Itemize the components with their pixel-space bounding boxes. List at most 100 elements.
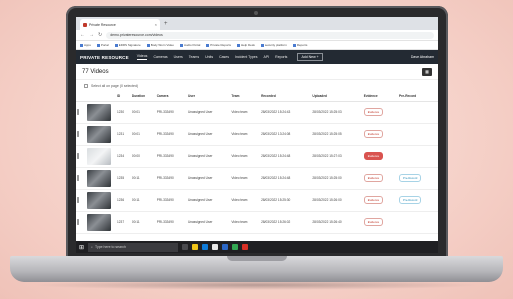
nav-item-teams[interactable]: Teams [189, 55, 199, 59]
header-checkbox-col [76, 91, 86, 102]
bookmark-item[interactable]: Audio Portal [179, 43, 201, 47]
cell-evidence: Evidence [362, 211, 399, 234]
row-checkbox[interactable] [77, 131, 79, 137]
edge-icon[interactable] [202, 244, 209, 250]
mail-icon[interactable] [222, 244, 229, 250]
select-all-checkbox[interactable] [84, 83, 88, 88]
video-thumbnail[interactable] [87, 191, 111, 209]
header-evidence[interactable]: Evidence [362, 91, 399, 102]
header-id[interactable]: ID [116, 91, 131, 102]
nav-item-api[interactable]: API [264, 55, 270, 59]
cell-user: Unassigned User [186, 145, 231, 168]
nav-item-reports[interactable]: Reports [275, 55, 287, 59]
cell-duration: 00:11 [130, 211, 156, 234]
bookmark-label: Reports [296, 43, 308, 47]
cell-prerecord [398, 211, 438, 234]
evidence-button[interactable]: Evidence [363, 196, 384, 204]
close-tab-icon[interactable]: × [155, 22, 157, 27]
nav-item-videos[interactable]: Videos [136, 54, 148, 60]
nav-item-cases[interactable]: Cases [219, 55, 229, 59]
table-row[interactable]: 1230 00:01 PRI-333490 Unassigned User Video … [76, 101, 438, 124]
evidence-button[interactable]: Evidence [363, 108, 384, 116]
header-prerecord[interactable]: Pre-Record [398, 91, 438, 102]
app-logo[interactable]: PRIVATE RESOURCE [80, 55, 129, 60]
cell-uploaded: 28/03/2022 15:25:00 [311, 167, 363, 190]
video-thumbnail[interactable] [87, 103, 111, 121]
bookmark-icon [80, 43, 83, 47]
bookmark-item[interactable]: EDRS Signature [114, 43, 141, 47]
bookmark-item[interactable]: Help Desk [236, 43, 255, 47]
nav-item-units[interactable]: Units [205, 55, 213, 59]
row-checkbox[interactable] [77, 219, 79, 225]
table-row[interactable]: 1236 00:11 PRI-333490 Unassigned User Video … [76, 189, 438, 212]
header-duration[interactable]: Duration [130, 91, 156, 102]
bookmark-icon [206, 43, 210, 47]
browser-tab[interactable]: Private Resource × [80, 19, 160, 30]
header-recorded[interactable]: Recorded [260, 91, 312, 102]
bookmark-item[interactable]: Apps [80, 43, 91, 47]
table-row[interactable]: 1234 00:00 PRI-333490 Unassigned User Video … [76, 145, 438, 168]
prerecord-badge[interactable]: Pre-Record [399, 196, 422, 204]
bookmark-item[interactable]: Private Reports [206, 43, 231, 47]
user-menu[interactable]: Dave Abraham [411, 55, 434, 59]
thumb-cell [86, 123, 116, 146]
back-icon[interactable]: ← [80, 32, 85, 38]
cell-camera: PRI-333490 [155, 145, 187, 168]
grid-view-icon[interactable]: ▦ [422, 67, 432, 76]
cell-duration: 00:11 [130, 167, 156, 190]
row-checkbox[interactable] [77, 153, 79, 159]
evidence-button[interactable]: Evidence [363, 218, 384, 226]
nav-item-users[interactable]: Users [174, 55, 183, 59]
laptop-base [10, 256, 503, 282]
app-icon[interactable] [242, 244, 249, 250]
cell-duration: 00:01 [130, 123, 156, 146]
forward-icon[interactable]: → [89, 32, 94, 38]
page-title: 77 Videos [82, 68, 109, 75]
taskbar-search[interactable]: ⌕ Type here to search [88, 242, 179, 252]
cell-uploaded: 28/03/2022 15:26:00 [311, 189, 363, 212]
new-tab-icon[interactable]: + [164, 19, 168, 30]
thumb-cell [86, 167, 116, 190]
select-all-label: Select all on page (0 selected) [91, 83, 139, 88]
webcam-icon [254, 11, 258, 15]
header-user[interactable]: User [186, 91, 231, 102]
evidence-button[interactable]: Evidence [363, 152, 384, 160]
evidence-button[interactable]: Evidence [363, 130, 384, 138]
row-checkbox-cell [76, 211, 86, 234]
bookmark-item[interactable]: security platform [260, 43, 287, 47]
store-icon[interactable] [212, 244, 219, 250]
table-row[interactable]: 1231 00:01 PRI-333490 Unassigned User Video … [76, 123, 438, 146]
url-field[interactable]: demo.privateresource.com/videos [106, 31, 434, 39]
row-checkbox[interactable] [77, 109, 79, 115]
table-row[interactable]: 1237 00:11 PRI-333490 Unassigned User Video … [76, 211, 438, 234]
evidence-button[interactable]: Evidence [363, 174, 384, 182]
bookmark-icon [292, 43, 296, 47]
reload-icon[interactable]: ↻ [98, 32, 102, 38]
video-thumbnail[interactable] [87, 169, 111, 187]
video-thumbnail[interactable] [87, 147, 111, 165]
video-thumbnail[interactable] [87, 213, 111, 231]
file-explorer-icon[interactable] [192, 244, 199, 250]
row-checkbox[interactable] [77, 197, 79, 203]
header-camera[interactable]: Camera [155, 91, 187, 102]
task-view-icon[interactable] [182, 244, 189, 250]
bookmark-item[interactable]: Reports [292, 43, 308, 47]
bookmark-item[interactable]: Body Worn Video [146, 43, 174, 47]
browser-tab-bar: Private Resource × + [76, 17, 438, 30]
table-row[interactable]: 1235 00:11 PRI-333490 Unassigned User Video … [76, 167, 438, 190]
row-checkbox[interactable] [77, 175, 79, 181]
header-team[interactable]: Team [230, 91, 261, 102]
prerecord-badge[interactable]: Pre-Record [399, 174, 422, 182]
bookmark-icon [96, 43, 100, 47]
bookmark-label: security platform [264, 43, 287, 47]
chrome-icon[interactable] [232, 244, 239, 250]
bookmark-item[interactable]: Portal [96, 43, 109, 47]
nav-item-incident-types[interactable]: Incident Types [235, 55, 258, 59]
video-thumbnail[interactable] [87, 125, 111, 143]
nav-item-cameras[interactable]: Cameras [153, 55, 167, 59]
bookmark-label: Audio Portal [183, 43, 201, 47]
cell-prerecord [398, 145, 438, 168]
header-uploaded[interactable]: Uploaded [311, 91, 363, 102]
add-new-button[interactable]: Add New + [297, 53, 323, 61]
windows-start-icon[interactable]: ⊞ [79, 244, 84, 251]
